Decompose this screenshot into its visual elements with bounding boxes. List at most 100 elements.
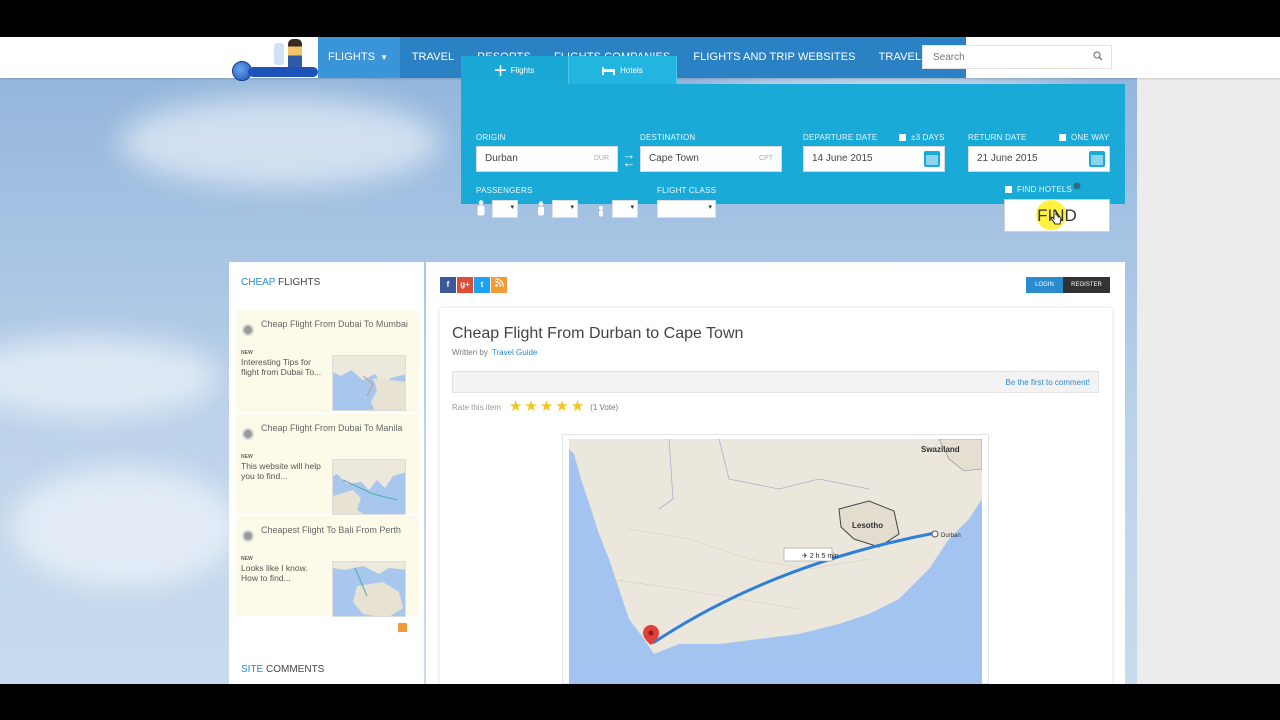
find-hotels-option[interactable]: FIND HOTELS xyxy=(1005,185,1072,194)
map-thumbnail[interactable] xyxy=(332,561,406,617)
one-way-option[interactable]: ONE WAY xyxy=(1059,133,1109,142)
video-letterbox-top xyxy=(0,0,1280,37)
return-date-field[interactable]: 21 June 2015 xyxy=(968,146,1110,172)
vote-count: (1 Vote) xyxy=(590,402,619,412)
origin-value: Durban xyxy=(485,153,518,164)
star-icon[interactable]: ★ xyxy=(571,399,584,414)
feed-item-title[interactable]: Cheapest Flight To Bali From Perth xyxy=(261,524,411,537)
logo-mascot xyxy=(288,39,302,69)
site-logo[interactable] xyxy=(230,39,318,93)
origin-field[interactable]: Durban DUR xyxy=(476,146,618,172)
bullet-icon xyxy=(242,428,254,440)
sidebar-title-accent: CHEAP xyxy=(241,277,276,288)
bed-icon xyxy=(602,66,616,75)
flight-class-select[interactable] xyxy=(657,200,716,218)
list-item[interactable]: Cheap Flight From Dubai To Mumbai NEW In… xyxy=(236,310,419,412)
search-input[interactable] xyxy=(923,46,1083,68)
swaziland-label: Swaziland xyxy=(921,445,960,454)
star-icon[interactable]: ★ xyxy=(524,399,537,414)
tab-flights[interactable]: Flights xyxy=(461,56,569,84)
children-select[interactable] xyxy=(552,200,578,218)
departure-label: DEPARTURE DATE xyxy=(803,133,878,142)
feed-item-excerpt: This website will help you to find... xyxy=(241,461,321,481)
new-badge: NEW xyxy=(241,556,253,562)
departure-date-field[interactable]: 14 June 2015 xyxy=(803,146,945,172)
google-plus-icon[interactable]: g+ xyxy=(457,277,473,293)
rate-label: Rate this item xyxy=(452,402,501,412)
nav-flights-and-trip-websites[interactable]: FLIGHTS AND TRIP WEBSITES xyxy=(682,37,867,78)
login-button[interactable]: LOGIN xyxy=(1026,277,1063,293)
sidebar-title-rest: FLIGHTS xyxy=(275,277,321,288)
article-title: Cheap Flight From Durban to Cape Town xyxy=(452,325,744,342)
departure-date-value: 14 June 2015 xyxy=(812,153,873,164)
list-item[interactable]: Cheapest Flight To Bali From Perth NEW L… xyxy=(236,516,419,617)
rss-icon[interactable] xyxy=(398,623,407,632)
first-comment-link[interactable]: Be the first to comment! xyxy=(1006,378,1090,387)
rating-row: Rate this item ★ ★ ★ ★ ★ (1 Vote) xyxy=(452,399,619,414)
star-icon[interactable]: ★ xyxy=(555,399,568,414)
list-item[interactable]: Cheap Flight From Dubai To Manila NEW Th… xyxy=(236,414,419,515)
flex-days-option[interactable]: ±3 DAYS xyxy=(899,133,945,142)
bullet-icon xyxy=(242,324,254,336)
feed-item-excerpt: Looks like I know. How to find... xyxy=(241,563,308,583)
feed-item-title[interactable]: Cheap Flight From Dubai To Manila xyxy=(261,422,411,435)
nav-flights[interactable]: FLIGHTS ▼ xyxy=(318,37,401,78)
flex-days-checkbox[interactable] xyxy=(899,134,906,141)
tab-flights-label: Flights xyxy=(510,65,535,75)
destination-value: Cape Town xyxy=(649,153,699,164)
booking-tabs: Flights Hotels xyxy=(461,56,677,84)
feed-item-title[interactable]: Cheap Flight From Dubai To Mumbai xyxy=(261,318,411,331)
sidebar-title: CHEAP FLIGHTS xyxy=(241,277,320,288)
one-way-checkbox[interactable] xyxy=(1059,134,1066,141)
comment-bar: Be the first to comment! xyxy=(452,371,1099,393)
rss-feed-icon[interactable] xyxy=(491,277,507,293)
logo-figure xyxy=(274,43,284,65)
find-hotels-checkbox[interactable] xyxy=(1005,186,1012,193)
star-icon[interactable]: ★ xyxy=(540,399,553,414)
route-map[interactable]: ✈ 2 h 5 min Swaziland Lesotho Durban xyxy=(569,439,982,684)
site-comments-rest: COMMENTS xyxy=(263,664,325,675)
calendar-icon[interactable] xyxy=(924,151,940,167)
flight-class-label: FLIGHT CLASS xyxy=(657,186,717,195)
search-icon[interactable] xyxy=(1093,51,1103,61)
destination-label: DESTINATION xyxy=(640,133,696,142)
author-link[interactable]: Travel Guide xyxy=(492,348,538,357)
map-thumbnail-image xyxy=(333,356,405,410)
register-button[interactable]: REGISTER xyxy=(1063,277,1110,293)
new-badge: NEW xyxy=(241,454,253,460)
infant-icon xyxy=(599,206,603,217)
tab-hotels-label: Hotels xyxy=(620,65,643,75)
child-icon xyxy=(538,201,544,216)
map-thumbnail-image xyxy=(333,562,405,616)
sky-cloud xyxy=(0,337,220,417)
swap-icon[interactable]: → ← xyxy=(620,148,638,169)
map-thumbnail[interactable] xyxy=(332,459,406,515)
adults-select[interactable] xyxy=(492,200,518,218)
new-badge: NEW xyxy=(241,350,253,356)
star-icon[interactable]: ★ xyxy=(509,399,522,414)
lesotho-label: Lesotho xyxy=(852,521,883,530)
facebook-icon[interactable]: f xyxy=(440,277,456,293)
flex-days-label: ±3 DAYS xyxy=(911,133,945,142)
find-hotels-label: FIND HOTELS xyxy=(1017,185,1073,194)
destination-field[interactable]: Cape Town CPT xyxy=(640,146,782,172)
infants-select[interactable] xyxy=(612,200,638,218)
route-map-image: ✈ 2 h 5 min Swaziland Lesotho Durban xyxy=(569,439,982,684)
bullet-icon xyxy=(242,530,254,542)
sidebar: CHEAP FLIGHTS Cheap Flight From Dubai To… xyxy=(229,262,424,684)
sky-cloud xyxy=(120,97,440,187)
destination-code: CPT xyxy=(759,155,773,162)
nav-travel[interactable]: TRAVEL xyxy=(400,37,466,78)
map-thumbnail[interactable] xyxy=(332,355,406,411)
logo-wordmark xyxy=(248,67,318,77)
flight-duration-label: ✈ 2 h 5 min xyxy=(802,553,839,560)
tab-hotels[interactable]: Hotels xyxy=(569,56,677,84)
one-way-label: ONE WAY xyxy=(1071,133,1110,142)
rss-glyph-icon xyxy=(494,278,504,287)
sky-cloud xyxy=(10,467,240,587)
origin-code: DUR xyxy=(593,155,609,162)
twitter-icon[interactable]: t xyxy=(474,277,490,293)
calendar-icon[interactable] xyxy=(1089,151,1105,167)
written-by-label: Written by xyxy=(452,348,488,357)
return-date-value: 21 June 2015 xyxy=(977,153,1038,164)
